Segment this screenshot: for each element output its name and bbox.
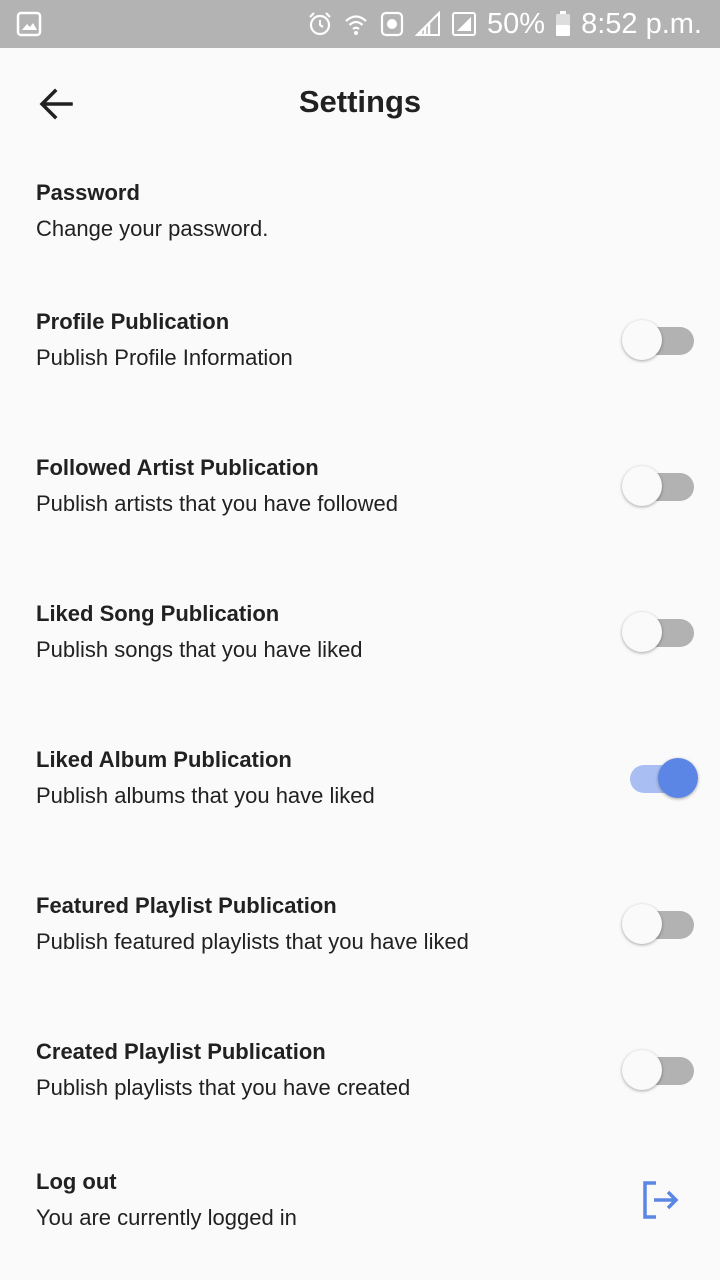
setting-subtitle: Publish songs that you have liked	[36, 637, 363, 662]
clock: 8:52 p.m.	[581, 7, 702, 40]
setting-subtitle: Publish Profile Information	[36, 345, 293, 370]
alarm-icon	[309, 12, 331, 36]
battery-icon	[556, 11, 571, 36]
setting-subtitle: Publish artists that you have followed	[36, 491, 398, 516]
setting-title: Featured Playlist Publication	[36, 893, 337, 918]
setting-subtitle: Publish playlists that you have created	[36, 1075, 411, 1100]
switch-thumb	[622, 1050, 662, 1090]
setting-followed-artist-publication: Followed Artist Publication Publish arti…	[0, 436, 720, 546]
setting-title: Liked Song Publication	[36, 601, 280, 626]
signal-sim2-icon	[452, 12, 477, 36]
setting-title: Profile Publication	[36, 309, 230, 334]
setting-log-out[interactable]: Log out You are currently logged in	[0, 1150, 720, 1260]
app-bar: Settings	[0, 48, 720, 160]
liked-song-publication-switch[interactable]	[622, 610, 698, 654]
status-bar: 50% 8:52 p.m.	[0, 0, 720, 48]
data-saver-icon	[380, 11, 404, 37]
setting-title: Password	[36, 180, 140, 205]
followed-artist-publication-switch[interactable]	[622, 464, 698, 508]
setting-subtitle: Publish albums that you have liked	[36, 783, 375, 808]
setting-profile-publication: Profile Publication Publish Profile Info…	[0, 290, 720, 400]
signal-icon	[415, 11, 441, 36]
setting-password[interactable]: Password Change your password.	[0, 160, 720, 270]
created-playlist-publication-switch[interactable]	[622, 1048, 698, 1092]
profile-publication-switch[interactable]	[622, 318, 698, 362]
switch-thumb	[622, 320, 662, 360]
battery-percent: 50%	[487, 7, 546, 40]
switch-thumb	[622, 466, 662, 506]
setting-subtitle: You are currently logged in	[36, 1205, 297, 1230]
setting-featured-playlist-publication: Featured Playlist Publication Publish fe…	[0, 874, 720, 984]
featured-playlist-publication-switch[interactable]	[622, 902, 698, 946]
logout-icon[interactable]	[638, 1178, 682, 1222]
wifi-icon	[345, 15, 367, 35]
setting-created-playlist-publication: Created Playlist Publication Publish pla…	[0, 1020, 720, 1130]
setting-subtitle: Change your password.	[36, 216, 269, 241]
page-title: Settings	[298, 84, 422, 119]
switch-thumb	[622, 612, 662, 652]
setting-liked-song-publication: Liked Song Publication Publish songs tha…	[0, 582, 720, 692]
liked-album-publication-switch[interactable]	[622, 756, 698, 800]
setting-title: Log out	[36, 1169, 117, 1194]
switch-thumb	[622, 904, 662, 944]
gallery-icon	[16, 11, 42, 37]
setting-title: Created Playlist Publication	[36, 1039, 326, 1064]
setting-subtitle: Publish featured playlists that you have…	[36, 929, 469, 954]
setting-title: Liked Album Publication	[36, 747, 292, 772]
setting-liked-album-publication: Liked Album Publication Publish albums t…	[0, 728, 720, 838]
switch-thumb	[658, 758, 698, 798]
setting-title: Followed Artist Publication	[36, 455, 319, 480]
